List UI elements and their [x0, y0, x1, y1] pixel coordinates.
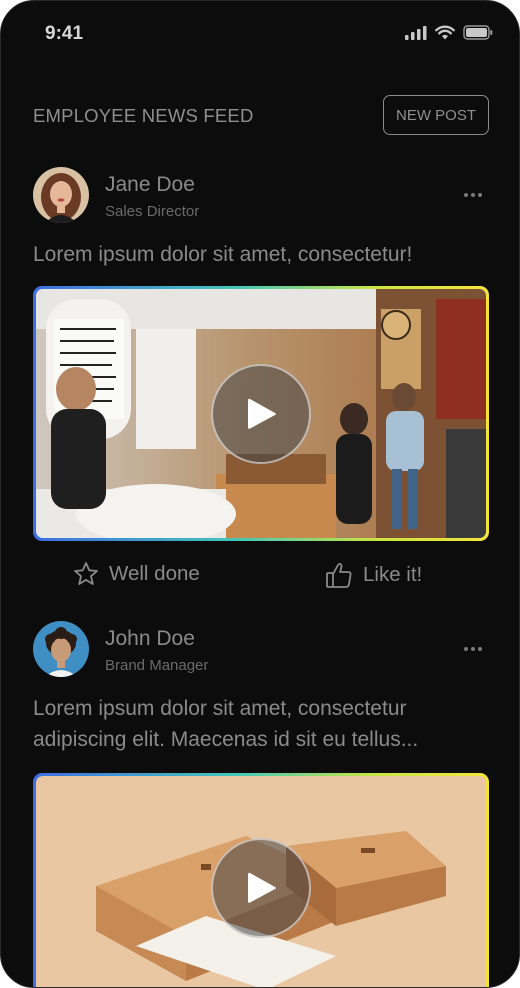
battery-icon: [463, 25, 493, 40]
post-media[interactable]: [33, 286, 489, 541]
avatar[interactable]: [33, 621, 89, 677]
more-options-icon[interactable]: [461, 183, 485, 207]
wifi-icon: [435, 25, 455, 40]
post-text: Lorem ipsum dolor sit amet, consectetur …: [33, 697, 419, 751]
video-thumbnail[interactable]: [36, 289, 486, 538]
post-card: Jane Doe Sales Director Lorem ipsum dolo…: [33, 167, 489, 601]
author-role: Sales Director: [105, 203, 200, 220]
like-label: Like it!: [363, 563, 423, 586]
post-media[interactable]: [33, 773, 489, 987]
avatar[interactable]: [33, 167, 89, 223]
phone-screen: 9:41 EMPLOYEE NEWS FEED NEW POST Jane Do…: [0, 0, 520, 988]
new-post-button[interactable]: NEW POST: [383, 95, 489, 135]
play-icon: [248, 398, 276, 429]
play-button[interactable]: [211, 838, 311, 938]
status-bar: 9:41: [1, 1, 519, 67]
more-options-icon[interactable]: [461, 637, 485, 661]
signal-icon: [405, 25, 427, 40]
video-thumbnail[interactable]: [36, 776, 486, 987]
star-icon: [74, 562, 98, 585]
like-button[interactable]: Like it!: [325, 561, 422, 589]
page-title: EMPLOYEE NEWS FEED: [33, 105, 254, 126]
well-done-button[interactable]: Well done: [73, 561, 200, 587]
post-text: Lorem ipsum dolor sit amet, consectetur!: [33, 243, 413, 266]
well-done-label: Well done: [109, 562, 200, 585]
author-role: Brand Manager: [105, 657, 209, 674]
play-button[interactable]: [211, 363, 311, 464]
thumbs-up-icon: [326, 562, 352, 588]
post-reactions: Well done Like it!: [33, 555, 489, 601]
status-time: 9:41: [45, 23, 84, 44]
post-card: John Doe Brand Manager Lorem ipsum dolor…: [33, 621, 489, 987]
author-name[interactable]: John Doe: [105, 627, 195, 651]
post-author: John Doe Brand Manager: [33, 621, 489, 679]
play-icon: [248, 872, 276, 903]
author-name[interactable]: Jane Doe: [105, 173, 195, 197]
status-icons: [405, 25, 493, 40]
post-author: Jane Doe Sales Director: [33, 167, 489, 225]
feed-header: EMPLOYEE NEWS FEED NEW POST: [33, 95, 489, 135]
